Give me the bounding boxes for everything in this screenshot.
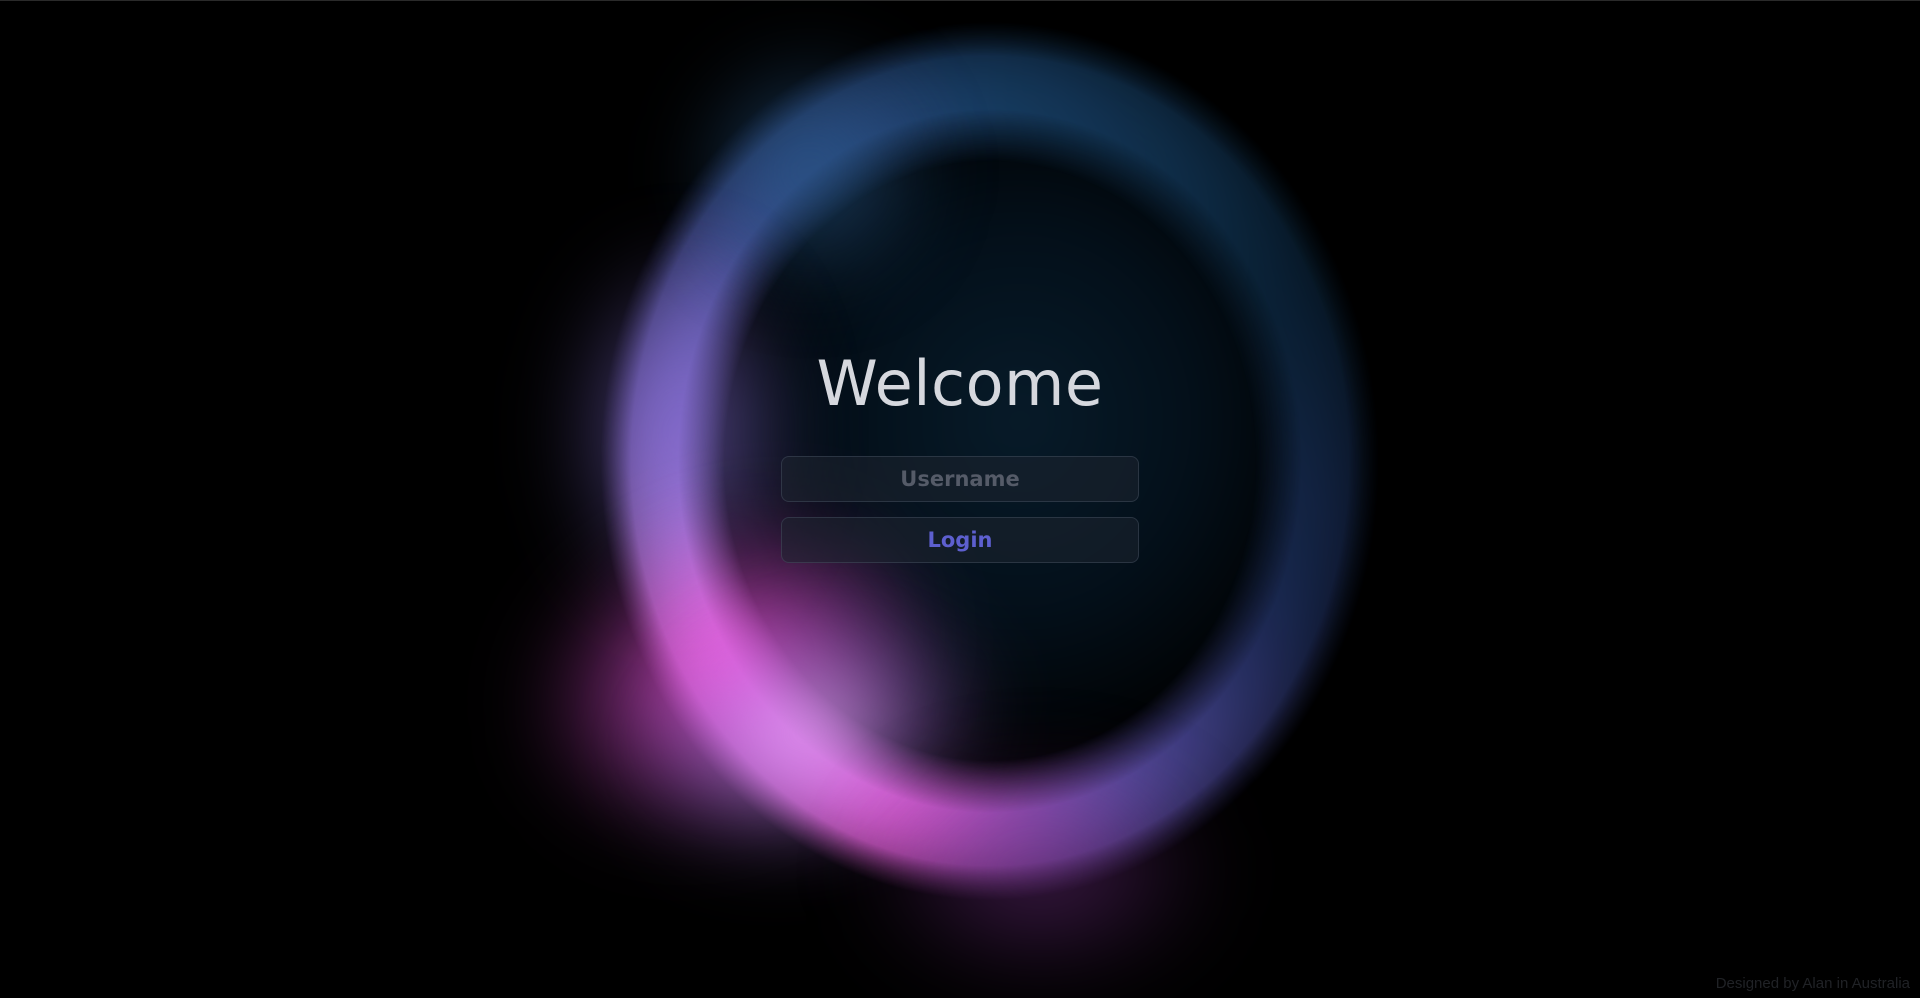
- login-page: Welcome Login Designed by Alan in Austra…: [0, 0, 1920, 998]
- login-button[interactable]: Login: [781, 517, 1139, 563]
- welcome-title: Welcome: [816, 347, 1104, 420]
- username-input[interactable]: [781, 456, 1139, 502]
- designer-credit: Designed by Alan in Australia: [1715, 975, 1910, 992]
- login-form: Welcome Login: [0, 1, 1920, 998]
